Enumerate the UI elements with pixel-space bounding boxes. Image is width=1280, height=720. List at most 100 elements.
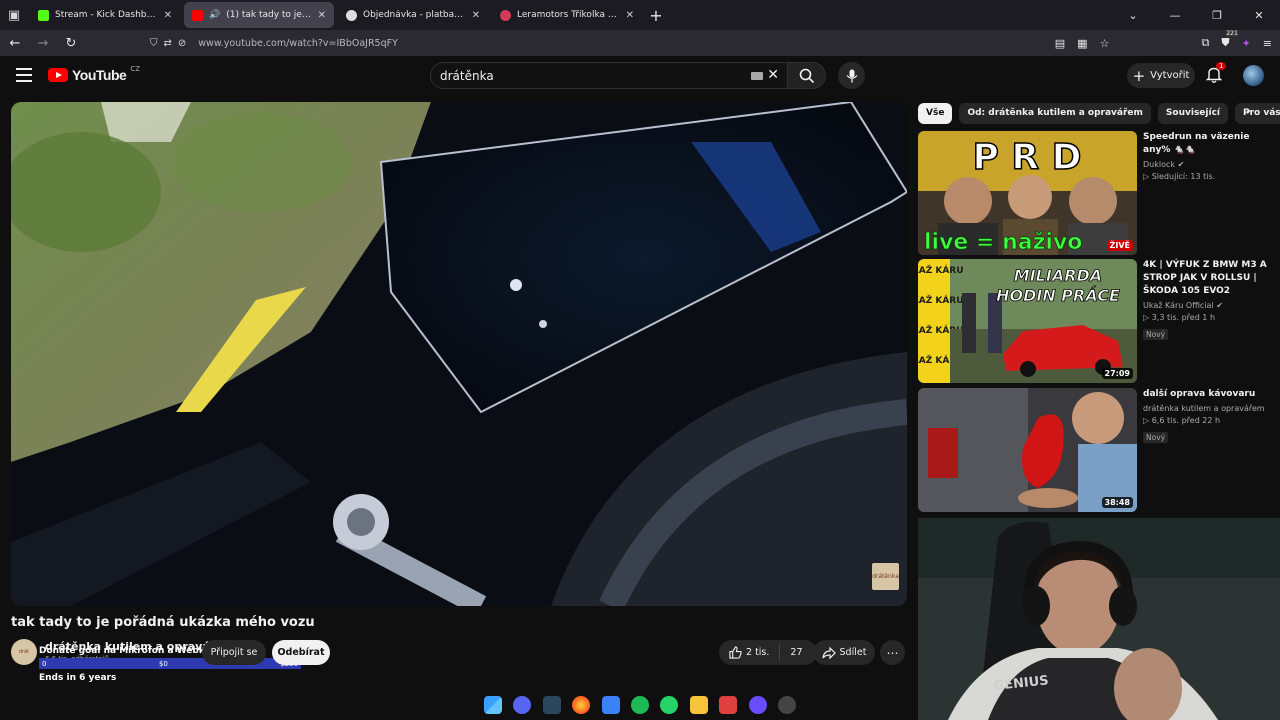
forward-icon[interactable]: → (30, 30, 56, 56)
chip-all[interactable]: Vše (918, 102, 953, 124)
join-button[interactable]: Připojit se (202, 640, 266, 665)
browser-tab-objednavka[interactable]: Objednávka - platba a doprava ✕ (338, 2, 488, 28)
reload-icon[interactable]: ↻ (58, 30, 84, 56)
close-icon[interactable]: ✕ (472, 10, 480, 21)
new-badge: Nový (1143, 432, 1169, 443)
pocket-icon[interactable]: ▦ (1077, 37, 1087, 50)
recommendation-item[interactable]: P R D live = naživo ŽIVĚ Speedrun na väz… (918, 131, 1280, 255)
recommendation-channel[interactable]: Duklock ✔ (1143, 160, 1277, 169)
browser-tab-leramotors[interactable]: Leramotors Tříkolka E1 1500W ✕ (492, 2, 642, 28)
camera-off-icon[interactable]: ⊘ (178, 38, 186, 49)
recommendation-meta: 4K | VÝFUK Z BMW M3 A STROP JAK V ROLLSU… (1143, 259, 1277, 341)
close-icon[interactable]: ✕ (318, 10, 326, 21)
more-actions-icon[interactable]: ⋯ (880, 640, 905, 665)
thumbnail-text: P R D (972, 137, 1081, 178)
search-button[interactable] (788, 62, 826, 89)
file-explorer-icon[interactable] (689, 696, 708, 714)
notifications-button[interactable]: 1 (1205, 62, 1227, 84)
verified-icon: ✔ (1177, 160, 1185, 169)
channel-watermark[interactable]: drátěnka (872, 563, 899, 590)
dislike-count: 27 (790, 647, 803, 658)
extension-badge: 221 (1225, 30, 1239, 37)
shield-icon[interactable]: ⛉ (150, 38, 158, 49)
extension-icon[interactable]: ✦ (1242, 37, 1251, 50)
account-avatar[interactable] (1243, 65, 1264, 86)
tab-title: Leramotors Tříkolka E1 1500W (517, 10, 620, 20)
recommendation-channel[interactable]: drátěnka kutilem a opravářem (1143, 404, 1277, 413)
close-icon[interactable]: ✕ (164, 10, 172, 21)
bookmark-star-icon[interactable]: ☆ (1100, 37, 1110, 50)
close-icon[interactable]: ✕ (626, 10, 634, 21)
store-icon[interactable] (601, 696, 620, 714)
chip-related[interactable]: Související (1157, 102, 1228, 124)
obs-icon[interactable] (748, 696, 767, 714)
donation-ends: Ends in 6 years (39, 673, 117, 683)
reader-view-icon[interactable]: ▤ (1055, 37, 1065, 50)
dislike-button[interactable]: 27 (780, 647, 812, 658)
close-window-icon[interactable]: ✕ (1238, 9, 1280, 22)
recommendation-title[interactable]: Speedrun na väzenie any% 🐁🐁 (1143, 131, 1277, 157)
permissions-icon[interactable]: ⇄ (164, 38, 172, 49)
chevron-right-icon[interactable]: › (1246, 104, 1251, 119)
search-input[interactable]: drátěnka ✕ (430, 62, 788, 89)
taskbar (478, 690, 802, 720)
steam-icon[interactable] (542, 696, 561, 714)
clear-search-icon[interactable]: ✕ (767, 67, 779, 83)
thumbnail-text: MILIARDA (1014, 266, 1102, 285)
channel-avatar[interactable]: drát (11, 639, 37, 665)
firefox-icon[interactable] (572, 696, 591, 714)
notification-badge: 1 (1216, 62, 1227, 70)
minimize-icon[interactable]: — (1154, 9, 1196, 22)
youtube-logo[interactable]: YouTube CZ (48, 65, 140, 83)
url-bar[interactable]: ⛉ ⇄ ⊘ www.youtube.com/watch?v=IBbOaJR5qF… (150, 33, 1100, 53)
share-button[interactable]: Sdílet (813, 640, 875, 665)
kick-favicon-icon (38, 9, 49, 21)
thumbnail-text: live = naživo (924, 230, 1082, 255)
recommendation-title[interactable]: 4K | VÝFUK Z BMW M3 A STROP JAK V ROLLSU… (1143, 259, 1277, 298)
like-count: 2 tis. (746, 647, 770, 658)
thumbnail-text: UKAŽ KÁRU (918, 294, 964, 306)
back-icon[interactable]: ← (2, 30, 28, 56)
video-player[interactable]: drátěnka (11, 102, 907, 606)
subscribe-button[interactable]: Odebírat (272, 640, 330, 665)
hamburger-menu-icon[interactable] (16, 68, 32, 82)
video-thumbnail[interactable]: P R D live = naživo ŽIVĚ (918, 131, 1137, 255)
spotify-icon[interactable] (630, 696, 649, 714)
chip-for-you[interactable]: Pro vás (1235, 102, 1280, 124)
thumbnail-image: P R D live = naživo (918, 131, 1137, 255)
recommendation-title[interactable]: další oprava kávovaru (1143, 388, 1277, 401)
globe-favicon-icon (346, 9, 357, 21)
browser-tab-youtube[interactable]: 🔊 (1) tak tady to je pořádná ukázka ✕ (184, 2, 334, 28)
video-thumbnail[interactable]: 38:48 (918, 388, 1137, 512)
ublock-icon[interactable]: ⛊ 221 (1221, 30, 1239, 50)
chatgpt-icon[interactable] (778, 696, 797, 714)
new-tab-icon[interactable]: + (644, 6, 668, 25)
url-text[interactable]: www.youtube.com/watch?v=IBbOaJR5qFY (198, 38, 398, 49)
recommendation-item[interactable]: UKAŽ KÁRU UKAŽ KÁRU UKAŽ KÁRU UKAŽ KÁRU … (918, 259, 1280, 383)
restore-icon[interactable]: ❐ (1196, 9, 1238, 22)
country-code: CZ (130, 65, 140, 73)
leramotors-favicon-icon (500, 9, 511, 21)
whatsapp-icon[interactable] (660, 696, 679, 714)
chip-from-channel[interactable]: Od: drátěnka kutilem a opravářem (959, 102, 1151, 124)
app-icon[interactable] (719, 696, 738, 714)
thumbnail-image (918, 388, 1137, 512)
share-icon (821, 646, 836, 659)
menu-icon[interactable]: ≡ (1263, 37, 1272, 50)
keyboard-icon[interactable] (751, 72, 763, 80)
create-button[interactable]: + Vytvořit (1127, 63, 1195, 88)
tab-list-icon[interactable]: ▣ (0, 0, 28, 30)
voice-search-button[interactable] (838, 62, 865, 89)
video-thumbnail[interactable]: UKAŽ KÁRU UKAŽ KÁRU UKAŽ KÁRU UKAŽ KÁRU … (918, 259, 1137, 383)
sidebar-filter-chips: Vše Od: drátěnka kutilem a opravářem Sou… (918, 102, 1280, 124)
speaker-icon[interactable]: 🔊 (209, 10, 220, 20)
channel-row: drát drátěnka kutilem a opravářem 6,6 ti… (11, 637, 911, 683)
recommendation-channel[interactable]: Ukaž Káru Official ✔ (1143, 301, 1277, 310)
windows-start-icon[interactable] (483, 696, 502, 714)
discord-icon[interactable] (513, 696, 532, 714)
browser-tab-kick[interactable]: Stream - Kick Dashboard ✕ (30, 2, 180, 28)
like-button[interactable]: 2 tis. (719, 644, 781, 661)
chevron-down-icon[interactable]: ⌄ (1112, 9, 1154, 22)
extensions-icon[interactable]: ⧉ (1201, 36, 1209, 50)
recommendation-item[interactable]: 38:48 další oprava kávovaru drátěnka kut… (918, 388, 1280, 512)
